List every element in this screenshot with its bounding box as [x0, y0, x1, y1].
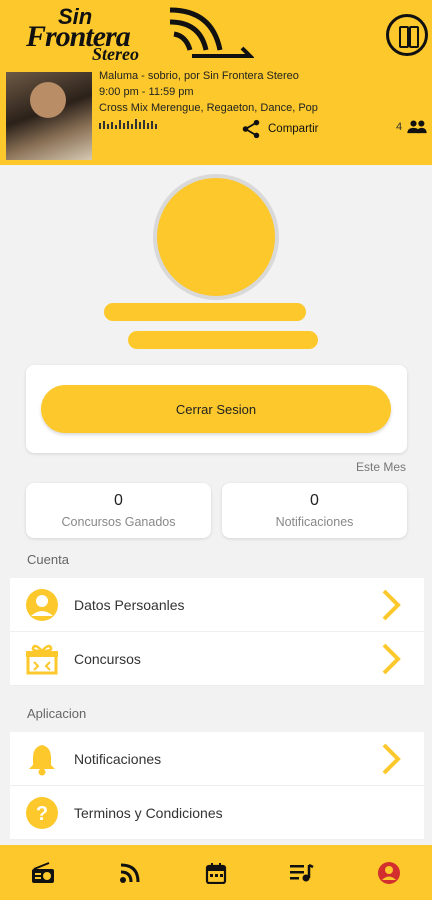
redacted-user-name — [104, 303, 306, 321]
personal-data-row[interactable]: Datos Persoanles — [10, 578, 424, 632]
share-label: Compartir — [268, 123, 319, 135]
album-cover — [6, 72, 92, 160]
notifications-row-label: Notificaciones — [74, 750, 162, 767]
svg-text:?: ? — [36, 803, 48, 825]
chevron-right-icon — [378, 741, 404, 777]
brand-logo: Sin Frontera Stereo — [22, 4, 254, 64]
share-icon — [242, 119, 260, 139]
contests-row[interactable]: Concursos — [10, 632, 424, 686]
logout-label: Cerrar Sesion — [175, 401, 257, 417]
profile-avatar[interactable] — [153, 174, 279, 300]
terms-label: Terminos y Condiciones — [74, 804, 223, 821]
now-playing-bar: Maluma - sobrio, por Sin Frontera Stereo… — [0, 68, 432, 165]
bottom-tab-bar — [0, 845, 432, 900]
terms-row[interactable]: ? Terminos y Condiciones — [10, 786, 424, 840]
redacted-user-email — [128, 331, 318, 349]
contests-won-value: 0 — [114, 492, 123, 509]
people-icon — [407, 120, 427, 134]
logout-button[interactable]: Cerrar Sesion — [41, 385, 391, 433]
listeners-count: 4 — [396, 120, 428, 134]
audio-level-icon — [99, 119, 157, 129]
help-icon: ? — [24, 795, 60, 831]
now-playing-genre: Cross Mix Merengue, Regaeton, Dance, Pop — [99, 102, 318, 114]
chevron-right-icon — [378, 641, 404, 677]
profile-icon[interactable] — [369, 853, 409, 893]
contests-won-card: 0 Concursos Ganados — [26, 483, 211, 538]
account-heading: Cuenta — [27, 552, 69, 567]
notifications-row[interactable]: Notificaciones — [10, 732, 424, 786]
app-header: Sin Frontera Stereo — [0, 0, 432, 68]
bell-icon — [24, 741, 60, 777]
pause-button[interactable] — [386, 14, 428, 56]
gift-icon — [24, 641, 60, 677]
now-playing-time: 9:00 pm - 11:59 pm — [99, 86, 194, 98]
contests-won-label: Concursos Ganados — [61, 515, 176, 529]
stats-period-label: Este Mes — [355, 460, 406, 474]
notifications-value: 0 — [310, 492, 319, 509]
personal-data-label: Datos Persoanles — [74, 596, 185, 613]
calendar-icon[interactable] — [196, 853, 236, 893]
radio-icon[interactable] — [23, 853, 63, 893]
brand-line3: Stereo — [92, 44, 139, 64]
broadcast-waves-icon — [169, 7, 254, 58]
person-circle-icon — [24, 587, 60, 623]
notifications-count-card: 0 Notificaciones — [222, 483, 407, 538]
chevron-right-icon — [378, 587, 404, 623]
share-button[interactable]: Compartir — [240, 118, 318, 140]
playlist-icon[interactable] — [282, 853, 322, 893]
notifications-label: Notificaciones — [275, 515, 354, 529]
application-heading: Aplicacion — [27, 706, 87, 721]
now-playing-title: Maluma - sobrio, por Sin Frontera Stereo — [99, 70, 299, 82]
contests-label: Concursos — [74, 650, 141, 667]
podcast-icon[interactable] — [110, 853, 150, 893]
listeners-value: 4 — [396, 121, 403, 133]
